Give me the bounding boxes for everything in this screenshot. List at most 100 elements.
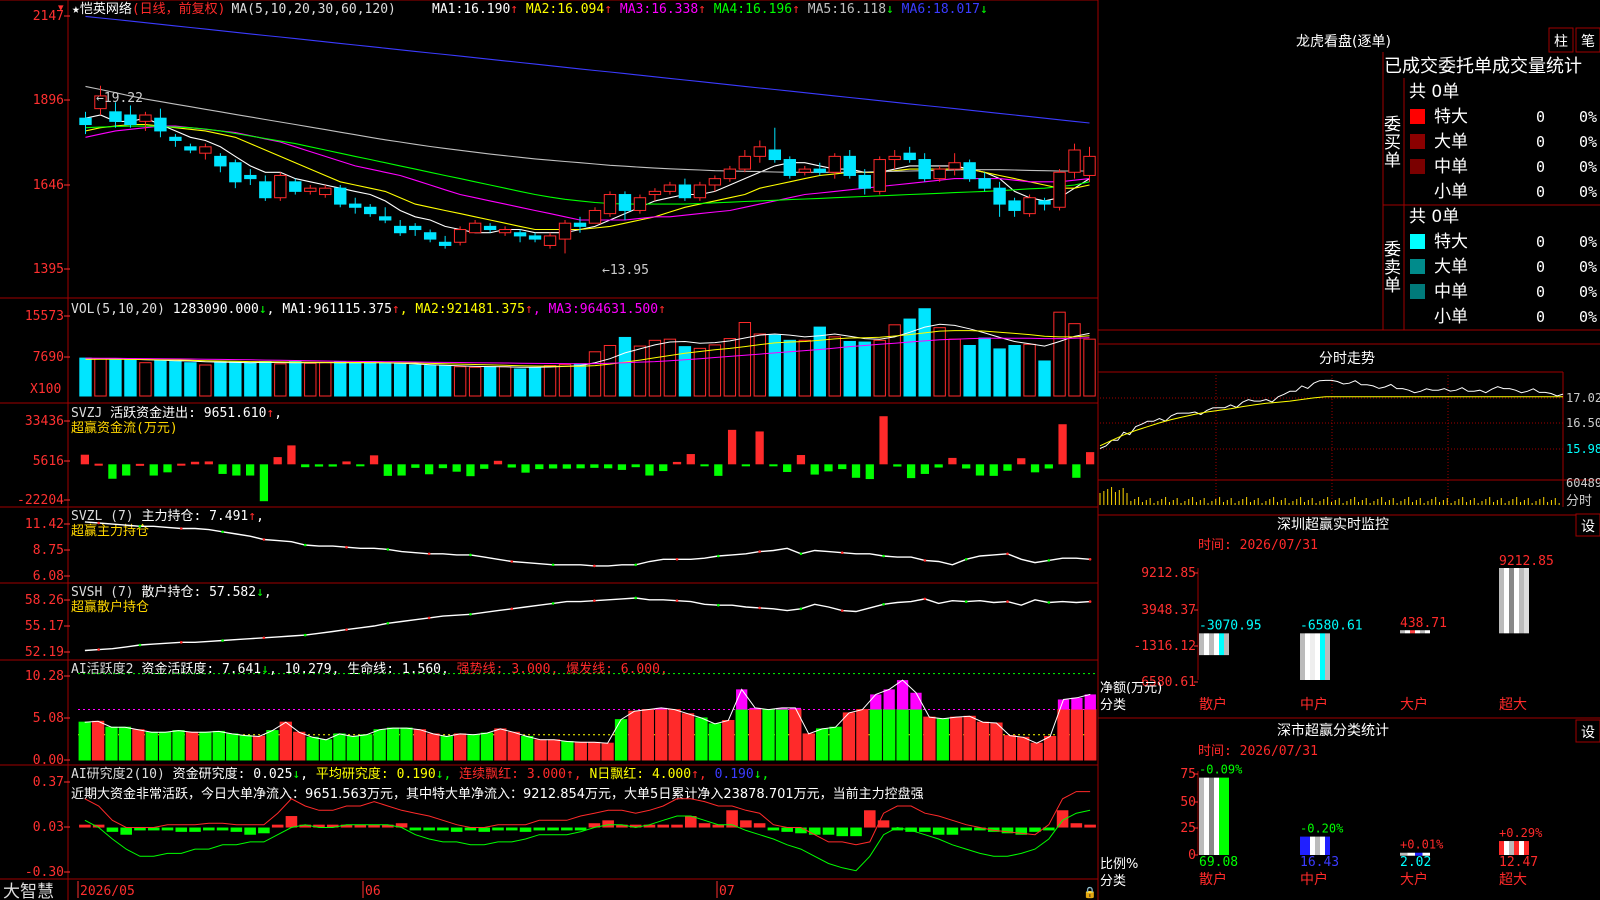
candle[interactable] xyxy=(364,204,377,217)
svzj-bar[interactable] xyxy=(948,457,957,465)
volume-bar[interactable] xyxy=(828,336,841,397)
category-bar[interactable] xyxy=(1499,568,1529,634)
research-bar[interactable] xyxy=(574,827,587,831)
svzj-bar[interactable] xyxy=(1030,464,1040,473)
activity-bar[interactable] xyxy=(534,739,547,761)
volume-bar[interactable] xyxy=(468,366,482,397)
svzj-bar[interactable] xyxy=(108,464,117,479)
candle[interactable] xyxy=(304,185,317,195)
activity-bar[interactable] xyxy=(1084,709,1097,761)
candle[interactable] xyxy=(918,153,931,182)
activity-bar[interactable] xyxy=(360,734,373,761)
category-bar[interactable] xyxy=(1300,836,1330,855)
svzj-bar[interactable] xyxy=(383,464,392,476)
svzj-bar[interactable] xyxy=(122,464,131,476)
research-bar[interactable] xyxy=(492,827,504,831)
candle[interactable] xyxy=(468,220,482,234)
svzj-bar[interactable] xyxy=(80,454,90,465)
svzj-bar[interactable] xyxy=(149,464,158,476)
research-bar[interactable] xyxy=(189,827,201,832)
svzj-bar[interactable] xyxy=(769,464,778,467)
svzj-bar[interactable] xyxy=(824,464,833,472)
activity-bar[interactable] xyxy=(132,729,145,761)
volume-bar[interactable] xyxy=(1008,344,1021,397)
activity-bar[interactable] xyxy=(561,741,574,761)
volume-bar[interactable] xyxy=(483,366,497,397)
research-bar[interactable] xyxy=(423,827,435,831)
activity-bar[interactable] xyxy=(346,735,359,761)
svzj-bar[interactable] xyxy=(1058,424,1067,465)
candle[interactable] xyxy=(408,223,422,236)
volume-bar[interactable] xyxy=(1068,323,1081,397)
candle[interactable] xyxy=(528,232,542,243)
volume-bar[interactable] xyxy=(693,347,707,397)
activity-bar[interactable] xyxy=(762,709,775,761)
research-bar[interactable] xyxy=(161,827,174,831)
svzj-bar[interactable] xyxy=(342,461,351,465)
svzj-bar[interactable] xyxy=(672,461,682,465)
candle[interactable] xyxy=(873,156,886,195)
activity-bar[interactable] xyxy=(1057,709,1070,761)
candle[interactable] xyxy=(603,191,617,217)
svzl-panel[interactable]: SVZL (7) 主力持仓: 7.491↑, 超赢主力持仓 11.428.756… xyxy=(25,509,1092,584)
candle[interactable] xyxy=(978,172,991,192)
candle[interactable] xyxy=(1053,169,1066,211)
activity-bar[interactable] xyxy=(909,709,923,761)
sz-monitor-chart[interactable]: 9212.85 3948.37 -1316.12 -6580.61 净额(万元) 分类 散户… xyxy=(1100,554,1554,713)
sz-monitor-settings-button[interactable]: 设 xyxy=(1581,519,1595,535)
svzj-bar[interactable] xyxy=(645,464,654,476)
svzj-bar[interactable] xyxy=(796,455,806,465)
svzj-bars[interactable] xyxy=(80,416,1095,502)
svzj-bar[interactable] xyxy=(906,464,916,479)
volume-bar[interactable] xyxy=(393,362,407,397)
activity-bar[interactable] xyxy=(333,733,346,761)
svzj-bar[interactable] xyxy=(466,464,475,477)
svzj-bar[interactable] xyxy=(727,429,737,465)
svzj-bar[interactable] xyxy=(301,464,310,468)
volume-bar[interactable] xyxy=(963,344,976,397)
research-bar[interactable] xyxy=(836,827,849,837)
activity-bar[interactable] xyxy=(588,741,601,761)
activity-bar[interactable] xyxy=(923,716,936,761)
candle[interactable] xyxy=(259,175,272,201)
svzj-bar[interactable] xyxy=(1017,458,1026,465)
activity-bar[interactable] xyxy=(293,731,306,761)
svzj-bar[interactable] xyxy=(259,464,269,502)
candle[interactable] xyxy=(229,159,242,189)
candle[interactable] xyxy=(349,197,362,214)
candle[interactable] xyxy=(453,226,467,246)
volume-bar[interactable] xyxy=(843,340,856,397)
candle[interactable] xyxy=(783,156,796,179)
svzj-bar[interactable] xyxy=(397,464,406,476)
research-bar[interactable] xyxy=(960,827,972,831)
candle[interactable] xyxy=(169,134,182,147)
volume-bar[interactable] xyxy=(723,338,737,397)
lock-icon[interactable]: 🔒 xyxy=(1083,886,1097,899)
volume-bar[interactable] xyxy=(918,308,931,397)
candle[interactable] xyxy=(289,178,302,195)
volume-bar[interactable] xyxy=(109,358,122,397)
candle[interactable] xyxy=(723,165,737,182)
activity-bar[interactable] xyxy=(306,736,319,761)
research-bar[interactable] xyxy=(258,827,270,834)
candle[interactable] xyxy=(678,178,692,201)
svzj-bar[interactable] xyxy=(94,463,103,466)
volume-bar[interactable] xyxy=(1053,311,1066,397)
candle[interactable] xyxy=(214,153,227,173)
activity-bar[interactable] xyxy=(467,734,480,761)
volume-bar[interactable] xyxy=(349,362,362,397)
research-bar[interactable] xyxy=(547,827,559,831)
category-bar[interactable] xyxy=(1199,777,1229,855)
activity-bar[interactable] xyxy=(1003,735,1016,761)
activity-bar[interactable] xyxy=(883,709,896,761)
svzj-bar[interactable] xyxy=(989,464,998,476)
volume-bar[interactable] xyxy=(933,327,946,397)
svzj-bar[interactable] xyxy=(590,464,599,468)
svzj-bar[interactable] xyxy=(631,464,640,468)
activity-bar[interactable] xyxy=(601,742,614,761)
activity-bar[interactable] xyxy=(896,709,909,761)
volume-bar[interactable] xyxy=(438,365,452,397)
candle[interactable] xyxy=(1008,197,1021,217)
activity-bar[interactable] xyxy=(856,709,869,761)
sz-class-settings-button[interactable]: 设 xyxy=(1581,725,1595,741)
